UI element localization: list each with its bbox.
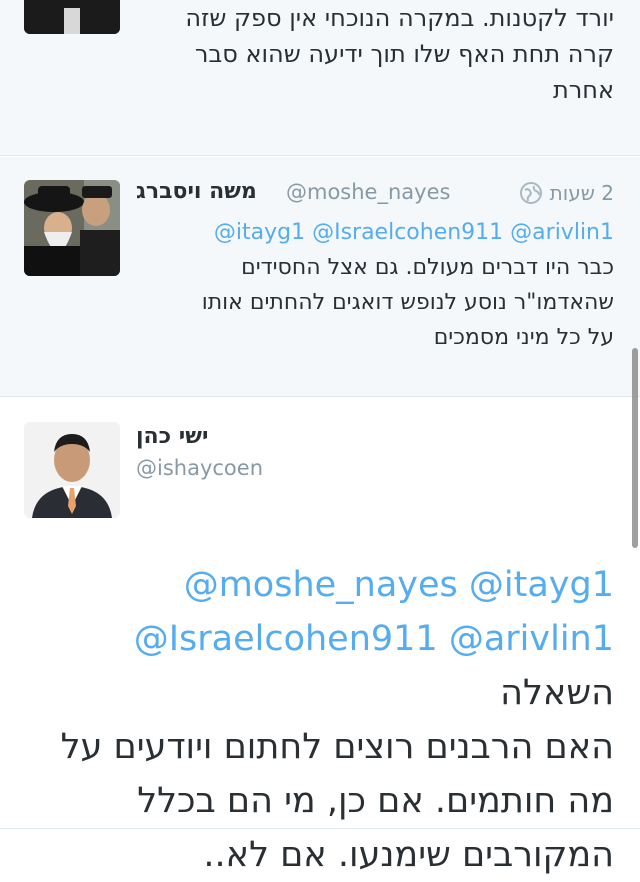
tweet-item-top[interactable]: יורד לקטנות. במקרה הנוכחי אין ספק שזה קר… — [0, 0, 640, 156]
tweet-text: @moshe_nayes @itayg1 @Israelcohen911 @ar… — [14, 558, 614, 882]
tweet-header: משה ויסברג @moshe_nayes 2 שעות — [136, 179, 614, 211]
tweet-text-line: האם הרבנים רוצים לחתום ויודעים על — [60, 727, 614, 767]
mentions-line[interactable]: @moshe_nayes @itayg1 — [14, 558, 614, 612]
tweet-time: 2 שעות — [549, 181, 614, 205]
globe-icon — [519, 182, 542, 204]
tweet-text-line: המקורבים שימנעו. אם לא.. — [203, 835, 614, 875]
tweet-text-line: מה חותמים. אם כן, מי הם בכלל — [137, 781, 614, 821]
tweet-text: @itayg1 @Israelcohen911 @arivlin1 כבר הי… — [134, 215, 614, 355]
user-name[interactable]: משה ויסברג — [136, 179, 257, 204]
scrollbar[interactable] — [632, 348, 638, 548]
tweet-item-moshe[interactable]: משה ויסברג @moshe_nayes 2 שעות @itayg1 @… — [0, 157, 640, 397]
tweet-word: השאלה — [500, 673, 614, 713]
divider — [0, 828, 640, 829]
user-name[interactable]: ישי כהן — [136, 424, 208, 449]
tweet-text-line: על כל מיני מסמכים — [433, 325, 614, 350]
mentions-inline[interactable]: @Israelcohen911 @arivlin1 — [134, 619, 614, 659]
tweet-text-line: אחרת — [552, 76, 614, 104]
avatar[interactable] — [24, 422, 120, 518]
tweet-text-line: קרה תחת האף שלו תוך ידיעה שהוא סבר — [194, 40, 614, 68]
mentions-line[interactable]: @itayg1 @Israelcohen911 @arivlin1 — [134, 215, 614, 250]
tweet-timestamp: 2 שעות — [519, 181, 614, 205]
tweet-text-line: @Israelcohen911 @arivlin1 השאלה — [14, 612, 614, 720]
avatar[interactable] — [24, 0, 120, 34]
user-handle[interactable]: @moshe_nayes — [286, 180, 450, 204]
avatar[interactable] — [24, 180, 120, 276]
tweet-text-line: יורד לקטנות. במקרה הנוכחי אין ספק שזה — [185, 4, 614, 32]
tweet-detail-ishay: ישי כהן @ishaycoen @moshe_nayes @itayg1 … — [0, 398, 640, 875]
tweet-text-line: שהאדמו"ר נוסע לנופש דואגים להחתים אותו — [201, 290, 614, 315]
tweet-text-line: כבר היו דברים מעולם. גם אצל החסידים — [241, 255, 614, 280]
tweet-text: יורד לקטנות. במקרה הנוכחי אין ספק שזה קר… — [154, 0, 614, 108]
user-handle[interactable]: @ishaycoen — [136, 456, 263, 480]
